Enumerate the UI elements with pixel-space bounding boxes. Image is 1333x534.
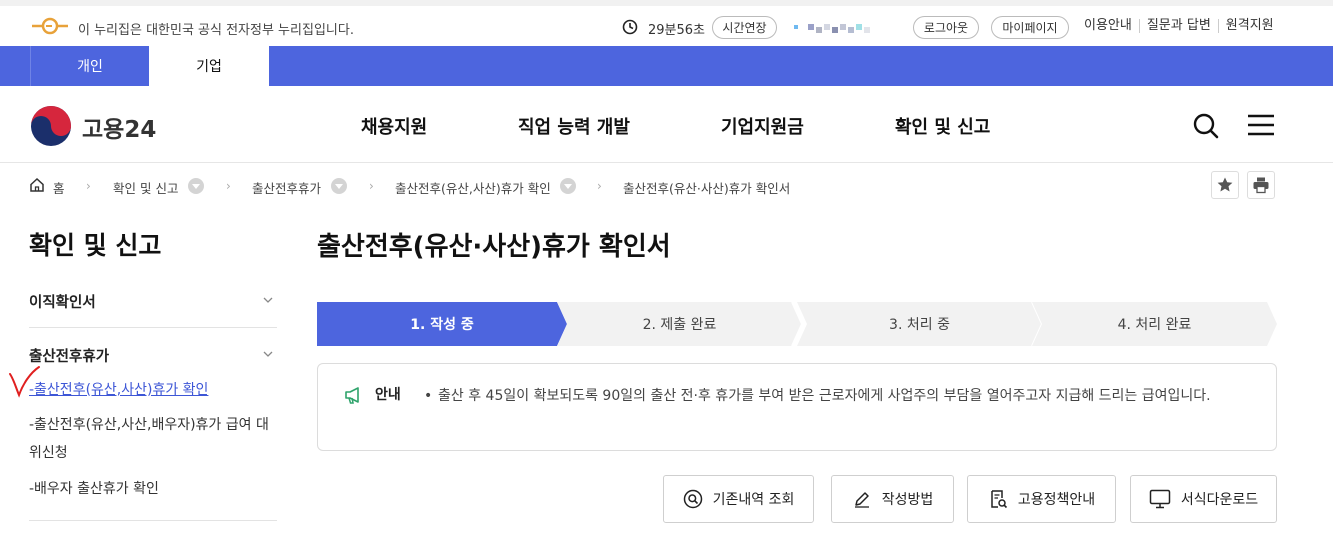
breadcrumb-current: 출산전후(유산·사산)휴가 확인서 [623,181,791,196]
breadcrumb-confirm-report[interactable]: 확인 및 신고 [113,178,178,197]
writing-guide-button[interactable]: 작성방법 [831,475,954,523]
printer-icon [1253,177,1269,194]
clock-icon [622,19,638,35]
tab-corporate[interactable]: 기업 [149,46,269,86]
top-utility-bar: 이 누리집은 대한민국 공식 전자정부 누리집입니다. 29분56초 시간연장 … [0,0,1333,46]
breadcrumb-home[interactable]: 홈 [53,178,65,197]
monitor-icon [1149,489,1171,509]
history-lookup-button[interactable]: 기존내역 조회 [663,475,814,523]
handwritten-check-mark [9,366,40,398]
step-processing: 3. 처리 중 [797,302,1042,346]
nav-vocational-training[interactable]: 직업 능력 개발 [518,113,630,139]
chevron-down-icon [263,351,273,357]
sidebar-item-leave-confirm[interactable]: -출산전후(유산,사산)휴가 확인 [29,376,279,404]
sidebar-group-label: 이직확인서 [29,295,96,311]
remote-support-link[interactable]: 원격지원 [1217,19,1281,33]
sidebar-divider [29,520,277,521]
mypage-button[interactable]: 마이페이지 [991,16,1069,39]
document-search-icon [991,490,1007,509]
taegeuk-logo-icon[interactable] [30,105,72,147]
sidebar-item-spouse-leave[interactable]: -배우자 출산휴가 확인 [29,475,279,503]
breadcrumb-separator-icon: › [86,179,91,193]
user-type-bar: 개인 기업 [0,46,1333,86]
egov-logo-icon [32,17,68,35]
hamburger-menu-icon[interactable] [1247,114,1275,136]
chevron-down-icon [263,297,273,303]
guide-link[interactable]: 이용안내 [1084,19,1139,33]
breadcrumb-separator-icon: › [369,179,374,193]
breadcrumb-maternity-leave[interactable]: 출산전후휴가 [252,178,321,197]
sidebar-divider [29,327,277,328]
brand-name[interactable]: 고용24 [82,110,156,144]
notice-box: 안내 출산 후 45일이 확보되도록 90일의 출산 전·후 휴가를 부여 받은… [317,363,1277,451]
progress-steps: 1. 작성 중 2. 제출 완료 3. 처리 중 4. 처리 완료 [317,302,1277,346]
step-writing: 1. 작성 중 [317,302,567,346]
page-title: 출산전후(유산·사산)휴가 확인서 [317,232,671,262]
logout-button[interactable]: 로그아웃 [913,16,979,39]
utility-links: 이용안내 질문과 답변 원격지원 [1084,19,1281,33]
qna-link[interactable]: 질문과 답변 [1138,19,1218,33]
sidebar-group-resignation[interactable]: 이직확인서 [29,291,277,312]
home-icon[interactable] [29,177,45,193]
main-header: 고용24 채용지원 직업 능력 개발 기업지원금 확인 및 신고 [0,86,1333,163]
notice-label: 안내 [375,387,401,403]
search-icon[interactable] [1192,112,1220,140]
print-button[interactable] [1247,171,1275,199]
breadcrumb-dropdown-icon[interactable] [560,178,576,194]
nav-recruit-support[interactable]: 채용지원 [361,113,427,139]
bookmark-button[interactable] [1211,171,1239,199]
policy-info-button[interactable]: 고용정책안내 [967,475,1116,523]
sidebar-group-label: 출산전후휴가 [29,349,110,365]
nav-corporate-subsidy[interactable]: 기업지원금 [721,113,804,139]
breadcrumb-dropdown-icon[interactable] [188,178,204,194]
step-completed: 4. 처리 완료 [1032,302,1277,346]
masked-user-name [794,24,870,33]
search-circle-icon [683,489,702,509]
tab-personal[interactable]: 개인 [30,46,150,86]
breadcrumb-dropdown-icon[interactable] [331,178,347,194]
sidebar-group-maternity[interactable]: 출산전후휴가 [29,345,277,366]
breadcrumb-leave-confirm[interactable]: 출산전후(유산,사산)휴가 확인 [395,178,551,197]
session-timer: 29분56초 [648,23,706,38]
extend-session-button[interactable]: 시간연장 [712,16,777,39]
pencil-icon [854,492,869,508]
sidebar-item-subrogation-request[interactable]: -출산전후(유산,사산,배우자)휴가 급여 대위신청 [29,411,279,467]
breadcrumb-separator-icon: › [226,179,231,193]
megaphone-icon [345,387,359,404]
step-submitted: 2. 제출 완료 [557,302,802,346]
sidebar-title: 확인 및 신고 [29,231,162,260]
breadcrumb-separator-icon: › [597,179,602,193]
notice-text: 출산 후 45일이 확보되도록 90일의 출산 전·후 휴가를 부여 받은 근로… [424,382,1254,410]
nav-confirm-report[interactable]: 확인 및 신고 [895,113,990,139]
form-download-button[interactable]: 서식다운로드 [1130,475,1277,523]
breadcrumb: 홈 › 확인 및 신고 › 출산전후휴가 › 출산전후(유산,사산)휴가 확인 … [0,163,1333,209]
gov-notice: 이 누리집은 대한민국 공식 전자정부 누리집입니다. [78,23,354,38]
star-icon [1217,177,1233,192]
